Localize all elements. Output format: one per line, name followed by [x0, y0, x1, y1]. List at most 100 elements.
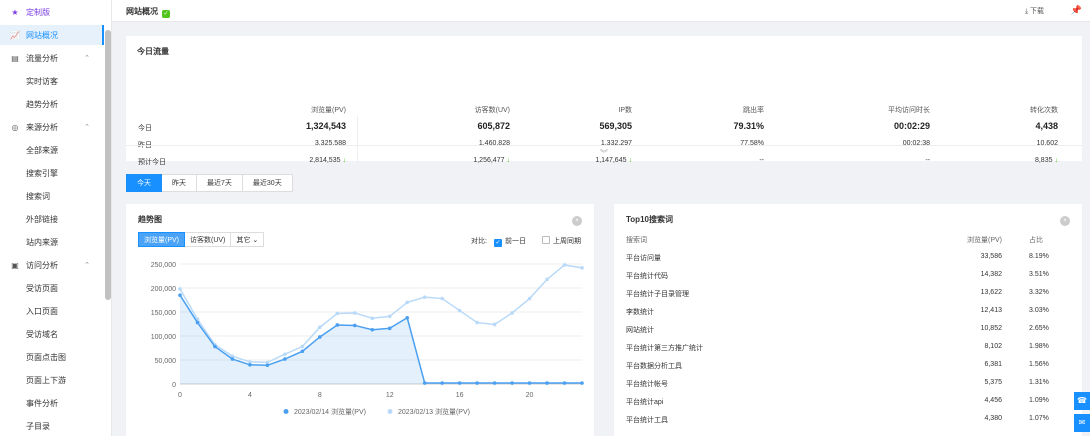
x-tick-label: 16: [456, 392, 464, 399]
data-point: [475, 381, 479, 385]
legend-label: 2023/02/14 浏览量(PV): [294, 407, 366, 416]
traffic-cell-value: 79.31%: [733, 121, 764, 131]
sidebar-item[interactable]: 入口页面: [0, 301, 104, 321]
sidebar-item[interactable]: 外部链接: [0, 209, 104, 229]
y-tick-label: 200,000: [151, 286, 176, 293]
top10-cell-pv: 33,586: [980, 253, 1002, 260]
sidebar-item[interactable]: 页面点击图: [0, 347, 104, 367]
table-row[interactable]: 平台统计api 4,456 1.09%: [626, 393, 1056, 411]
data-point: [492, 381, 497, 385]
message-icon[interactable]: ✉: [1074, 414, 1090, 432]
top10-cell-kw: 网站统计: [626, 327, 654, 334]
y-tick-label: 100,000: [151, 334, 176, 341]
sidebar-item[interactable]: 📈 网站概况: [0, 25, 104, 45]
table-row[interactable]: 网站统计 10,852 2.65%: [626, 321, 1056, 339]
data-point: [580, 381, 584, 385]
data-point: [422, 295, 427, 299]
tab-date-range[interactable]: 最近7天: [197, 174, 243, 192]
download-button[interactable]: ⤓ 下载: [1025, 6, 1044, 16]
sidebar-item[interactable]: ▣ 访问分析 ⌃: [0, 255, 104, 275]
data-point: [300, 344, 305, 349]
date-range-tabs: 今天 昨天 最近7天 最近30天: [126, 174, 293, 192]
table-row[interactable]: 平台访问量 33,586 8.19%: [626, 249, 1056, 267]
sidebar-item-label: 来源分析: [26, 122, 58, 132]
chevron-up-icon: ⌃: [84, 55, 90, 62]
tab-date-range[interactable]: 昨天: [162, 174, 197, 192]
sidebar-item[interactable]: 事件分析: [0, 393, 104, 413]
table-row[interactable]: 平台统计帐号 5,375 1.31%: [626, 375, 1056, 393]
table-row[interactable]: 平台统计代码 14,382 3.51%: [626, 267, 1056, 285]
top10-keywords-card: Top10搜索词 × 搜索词 浏览量(PV) 占比 平台访问量 33,586 8.19% 平…: [614, 204, 1082, 436]
table-row[interactable]: 平台统计工具 4,380 1.07%: [626, 411, 1056, 429]
expand-chevron-icon[interactable]: ︾: [126, 145, 1082, 161]
data-point: [440, 381, 444, 385]
top10-cell-kw: 平台数据分析工具: [626, 363, 682, 370]
sidebar-item[interactable]: 搜索词: [0, 186, 104, 206]
data-point: [283, 357, 287, 361]
line-chart-icon: 📈: [10, 30, 20, 40]
sidebar-item[interactable]: 全部来源: [0, 140, 104, 160]
traffic-column-header: 跳出率: [743, 107, 764, 114]
data-point: [440, 296, 444, 301]
traffic-row-label: 今日: [138, 125, 152, 132]
sidebar-scrollbar[interactable]: [105, 30, 111, 300]
sidebar-item-label: 站内来源: [26, 237, 58, 247]
top10-cell-kw: 李数统计: [626, 309, 654, 316]
data-point: [352, 323, 357, 328]
sidebar-item-custom[interactable]: ★ 定制版: [0, 2, 104, 22]
y-tick-label: 150,000: [151, 310, 176, 317]
sidebar-item-label: 全部来源: [26, 145, 58, 155]
sidebar-item-label: 搜索引擎: [26, 168, 58, 178]
data-point: [405, 315, 410, 320]
top10-cell-pv: 13,622: [980, 289, 1002, 296]
close-icon[interactable]: ×: [1060, 216, 1070, 226]
table-row[interactable]: 平台统计第三方推广统计 8,102 1.98%: [626, 339, 1056, 357]
download-icon: ⤓: [1024, 8, 1029, 15]
data-point: [178, 293, 182, 297]
top10-cell-pct: 2.65%: [1029, 325, 1049, 332]
data-point: [370, 316, 375, 321]
data-point: [318, 325, 322, 330]
sidebar-item[interactable]: 页面上下游: [0, 370, 104, 390]
sidebar-item[interactable]: 搜索引擎: [0, 163, 104, 183]
sidebar-item[interactable]: 受访域名: [0, 324, 104, 344]
tab-date-range[interactable]: 最近30天: [242, 174, 293, 192]
pin-icon[interactable]: 📌: [1071, 5, 1082, 16]
top10-cell-kw: 平台统计工具: [626, 417, 668, 424]
table-row[interactable]: 平台统计子目录管理 13,622 3.32%: [626, 285, 1056, 303]
top10-cell-kw: 平台统计帐号: [626, 381, 668, 388]
top10-card-title: Top10搜索词: [626, 215, 673, 224]
data-point: [475, 320, 479, 325]
sidebar-item[interactable]: 趋势分析: [0, 94, 104, 114]
traffic-cell: 1,324,543: [306, 121, 346, 131]
top10-cell-pct: 1.31%: [1029, 379, 1049, 386]
table-row[interactable]: 平台数据分析工具 6,381 1.56%: [626, 357, 1056, 375]
data-point: [248, 363, 252, 367]
series-area: [180, 295, 582, 384]
tab-date-range[interactable]: 今天: [126, 174, 162, 192]
sidebar-item[interactable]: 站内来源: [0, 232, 104, 252]
feedback-icon[interactable]: ☎: [1074, 392, 1090, 410]
traffic-column-header: IP数: [618, 107, 632, 114]
data-point: [527, 296, 532, 301]
sidebar-item[interactable]: ▤ 流量分析 ⌃: [0, 48, 104, 68]
header-bar: 网站概况 ✓ ⤓ 下载 📌: [112, 0, 1090, 22]
traffic-column-header: 浏览量(PV): [311, 107, 346, 114]
traffic-cell-value: 569,305: [599, 121, 632, 131]
sidebar-item-label: 实时访客: [26, 76, 58, 86]
data-point: [213, 344, 217, 349]
sidebar: ★ 定制版 📈 网站概况 ▤ 流量分析 ⌃ 实时访客趋势分析 ◎ 来源分析 ⌃ 全部来源搜索引擎搜…: [0, 0, 112, 436]
data-point: [545, 277, 549, 282]
top10-cell-pct: 3.51%: [1029, 271, 1049, 278]
sidebar-item[interactable]: 子目录: [0, 416, 104, 436]
top10-cell-kw: 平台统计代码: [626, 273, 668, 280]
data-point: [457, 381, 462, 385]
sidebar-item-label: 趋势分析: [26, 99, 58, 109]
sidebar-item[interactable]: 实时访客: [0, 71, 104, 91]
legend-marker: [283, 409, 289, 414]
sidebar-item[interactable]: ◎ 来源分析 ⌃: [0, 117, 104, 137]
table-row[interactable]: 李数统计 12,413 3.03%: [626, 303, 1056, 321]
chevron-up-icon: ⌃: [84, 262, 90, 269]
traffic-cell: 605,872: [477, 121, 510, 131]
sidebar-item[interactable]: 受访页面: [0, 278, 104, 298]
